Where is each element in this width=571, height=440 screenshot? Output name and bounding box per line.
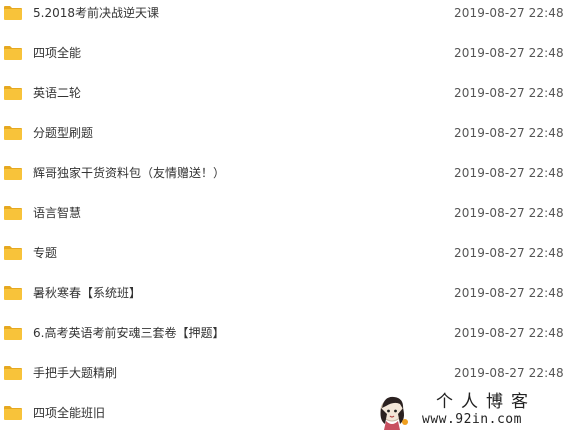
file-list: 5.2018考前决战逆天课 2019-08-27 22:48 四项全能 2019… [0, 0, 571, 440]
avatar-icon [378, 392, 418, 435]
modified-date: 2019-08-27 22:48 [454, 86, 564, 100]
modified-date: 2019-08-27 22:48 [454, 6, 564, 20]
folder-name: 专题 [33, 246, 58, 260]
modified-date: 2019-08-27 22:48 [454, 286, 564, 300]
folder-icon [3, 405, 23, 421]
folder-name: 英语二轮 [33, 86, 82, 100]
folder-name: 语言智慧 [33, 206, 82, 220]
watermark: 个人博客 www.92in.com [378, 392, 568, 432]
folder-icon [3, 85, 23, 101]
folder-row[interactable]: 语言智慧 2019-08-27 22:48 [0, 200, 571, 240]
watermark-url: www.92in.com [422, 412, 522, 427]
folder-name: 四项全能 [33, 46, 82, 60]
folder-name: 辉哥独家干货资料包（友情赠送！） [33, 166, 226, 180]
folder-icon [3, 285, 23, 301]
modified-date: 2019-08-27 22:48 [454, 126, 564, 140]
folder-row[interactable]: 辉哥独家干货资料包（友情赠送！） 2019-08-27 22:48 [0, 160, 571, 200]
folder-name: 暑秋寒春【系统班】 [33, 286, 142, 300]
folder-row[interactable]: 暑秋寒春【系统班】 2019-08-27 22:48 [0, 280, 571, 320]
modified-date: 2019-08-27 22:48 [454, 366, 564, 380]
modified-date: 2019-08-27 22:48 [454, 46, 564, 60]
modified-date: 2019-08-27 22:48 [454, 166, 564, 180]
folder-row[interactable]: 5.2018考前决战逆天课 2019-08-27 22:48 [0, 0, 571, 40]
folder-name: 手把手大题精刷 [33, 366, 118, 380]
folder-name: 四项全能班旧 [33, 406, 106, 420]
folder-icon [3, 245, 23, 261]
folder-icon [3, 325, 23, 341]
folder-row[interactable]: 四项全能 2019-08-27 22:48 [0, 40, 571, 80]
folder-name: 5.2018考前决战逆天课 [33, 6, 159, 20]
folder-icon [3, 45, 23, 61]
folder-icon [3, 5, 23, 21]
folder-name: 分题型刷题 [33, 126, 94, 140]
folder-icon [3, 165, 23, 181]
modified-date: 2019-08-27 22:48 [454, 326, 564, 340]
folder-row[interactable]: 分题型刷题 2019-08-27 22:48 [0, 120, 571, 160]
folder-row[interactable]: 专题 2019-08-27 22:48 [0, 240, 571, 280]
folder-icon [3, 125, 23, 141]
folder-icon [3, 365, 23, 381]
folder-icon [3, 205, 23, 221]
modified-date: 2019-08-27 22:48 [454, 246, 564, 260]
folder-row[interactable]: 英语二轮 2019-08-27 22:48 [0, 80, 571, 120]
modified-date: 2019-08-27 22:48 [454, 206, 564, 220]
folder-row[interactable]: 6.高考英语考前安魂三套卷【押题】 2019-08-27 22:48 [0, 320, 571, 360]
folder-name: 6.高考英语考前安魂三套卷【押题】 [33, 326, 225, 340]
watermark-title: 个人博客 [436, 392, 536, 412]
